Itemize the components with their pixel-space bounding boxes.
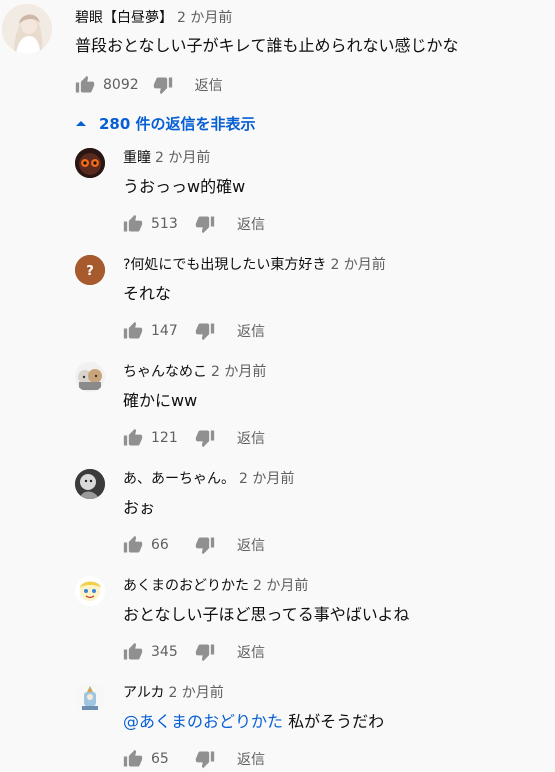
author-name[interactable]: 碧眼【白昼夢】 (75, 10, 173, 26)
avatar[interactable] (75, 576, 105, 606)
timestamp[interactable]: 2 か月前 (253, 578, 308, 594)
thumbs-up-icon[interactable] (123, 214, 143, 234)
hide-replies-button[interactable]: 280 件の返信を非表示 (75, 112, 256, 134)
avatar[interactable] (75, 362, 105, 392)
avatar[interactable] (2, 4, 52, 54)
timestamp[interactable]: 2 か月前 (211, 364, 266, 380)
like-count: 8092 (103, 77, 139, 93)
comment-actions: 121 返信 (123, 427, 265, 449)
comment-actions: 65 返信 (123, 748, 265, 770)
mention-link[interactable]: @あくまのおどりかた (123, 712, 283, 731)
comment-text: おぉ (123, 498, 156, 517)
timestamp[interactable]: 2 か月前 (168, 685, 223, 701)
thumbs-up-icon[interactable] (123, 321, 143, 341)
author-name[interactable]: ちゃんなめこ (123, 364, 207, 380)
reply-item: 重瞳 2 か月前 うおっっw的確w 513 返信 (0, 140, 555, 245)
avatar[interactable] (75, 469, 105, 499)
like-count: 65 (151, 751, 169, 767)
like-count: 345 (151, 644, 178, 660)
timestamp[interactable]: 2 か月前 (330, 257, 385, 273)
comment-header: あくまのおどりかた 2 か月前 (123, 577, 308, 595)
author-name[interactable]: アルカ (123, 685, 164, 701)
comment-text: おとなしい子ほど思ってる事やばいよね (123, 605, 410, 624)
hide-replies-label: 280 件の返信を非表示 (99, 114, 256, 133)
comment-actions: 147 返信 (123, 320, 265, 342)
author-name[interactable]: 重瞳 (123, 150, 151, 166)
comment-header: アルカ 2 か月前 (123, 684, 224, 702)
thumbs-down-icon[interactable] (195, 214, 215, 234)
thumbs-down-icon[interactable] (195, 428, 215, 448)
reply-button[interactable]: 返信 (237, 428, 265, 448)
reply-item: アルカ 2 か月前 @あくまのおどりかた 私がそうだわ 65 返信 (0, 675, 555, 772)
comment-actions: 8092 返信 (75, 74, 223, 96)
comment-header: あ、あーちゃん。 2 か月前 (123, 470, 294, 488)
timestamp[interactable]: 2 か月前 (177, 10, 232, 26)
reply-item: ? ?何処にでも出現したい東方好き 2 か月前 それな 147 返信 (0, 247, 555, 352)
comment-text: それな (123, 284, 172, 303)
comment-header: ちゃんなめこ 2 か月前 (123, 363, 266, 381)
comment-text-content: 私がそうだわ (288, 712, 385, 731)
thumbs-down-icon[interactable] (195, 321, 215, 341)
comment-actions: 345 返信 (123, 641, 265, 663)
thumbs-up-icon[interactable] (123, 428, 143, 448)
reply-button[interactable]: 返信 (237, 749, 265, 769)
timestamp[interactable]: 2 か月前 (239, 471, 294, 487)
timestamp[interactable]: 2 か月前 (155, 150, 210, 166)
avatar[interactable] (75, 683, 105, 713)
comment-text: 普段おとなしい子がキレて誰も止められない感じかな (75, 36, 459, 55)
reply-button[interactable]: 返信 (237, 214, 265, 234)
reply-button[interactable]: 返信 (195, 75, 223, 95)
thumbs-up-icon[interactable] (123, 535, 143, 555)
thumbs-down-icon[interactable] (153, 75, 173, 95)
thumbs-up-icon[interactable] (123, 642, 143, 662)
avatar[interactable]: ? (75, 255, 105, 285)
author-name[interactable]: あくまのおどりかた (123, 578, 249, 594)
reply-item: あくまのおどりかた 2 か月前 おとなしい子ほど思ってる事やばいよね 345 返信 (0, 568, 555, 673)
comment-header: 重瞳 2 か月前 (123, 149, 210, 167)
thumbs-down-icon[interactable] (195, 535, 215, 555)
author-name[interactable]: あ、あーちゃん。 (123, 471, 235, 487)
comment-actions: 66 返信 (123, 534, 265, 556)
thumbs-up-icon[interactable] (75, 75, 95, 95)
reply-button[interactable]: 返信 (237, 321, 265, 341)
author-name[interactable]: ?何処にでも出現したい東方好き (123, 257, 326, 273)
comment-actions: 513 返信 (123, 213, 265, 235)
reply-button[interactable]: 返信 (237, 535, 265, 555)
comment-header: 碧眼【白昼夢】 2 か月前 (75, 9, 232, 27)
reply-item: ちゃんなめこ 2 か月前 確かにww 121 返信 (0, 354, 555, 459)
like-count: 513 (151, 216, 178, 232)
thumbs-up-icon[interactable] (123, 749, 143, 769)
thumbs-down-icon[interactable] (195, 642, 215, 662)
like-count: 147 (151, 323, 178, 339)
like-count: 121 (151, 430, 178, 446)
avatar[interactable] (75, 148, 105, 178)
like-count: 66 (151, 537, 169, 553)
svg-text:?: ? (86, 264, 94, 279)
thumbs-down-icon[interactable] (195, 749, 215, 769)
comment-text: 確かにww (123, 391, 198, 410)
caret-up-icon (75, 119, 87, 127)
comment-text: @あくまのおどりかた 私がそうだわ (123, 711, 384, 733)
top-comment: 碧眼【白昼夢】 2 か月前 普段おとなしい子がキレて誰も止められない感じかな 80… (0, 0, 555, 100)
comment-text: うおっっw的確w (123, 177, 246, 196)
comment-header: ?何処にでも出現したい東方好き 2 か月前 (123, 256, 386, 274)
reply-item: あ、あーちゃん。 2 か月前 おぉ 66 返信 (0, 461, 555, 566)
comment-thread: 碧眼【白昼夢】 2 か月前 普段おとなしい子がキレて誰も止められない感じかな 80… (0, 0, 555, 772)
reply-button[interactable]: 返信 (237, 642, 265, 662)
